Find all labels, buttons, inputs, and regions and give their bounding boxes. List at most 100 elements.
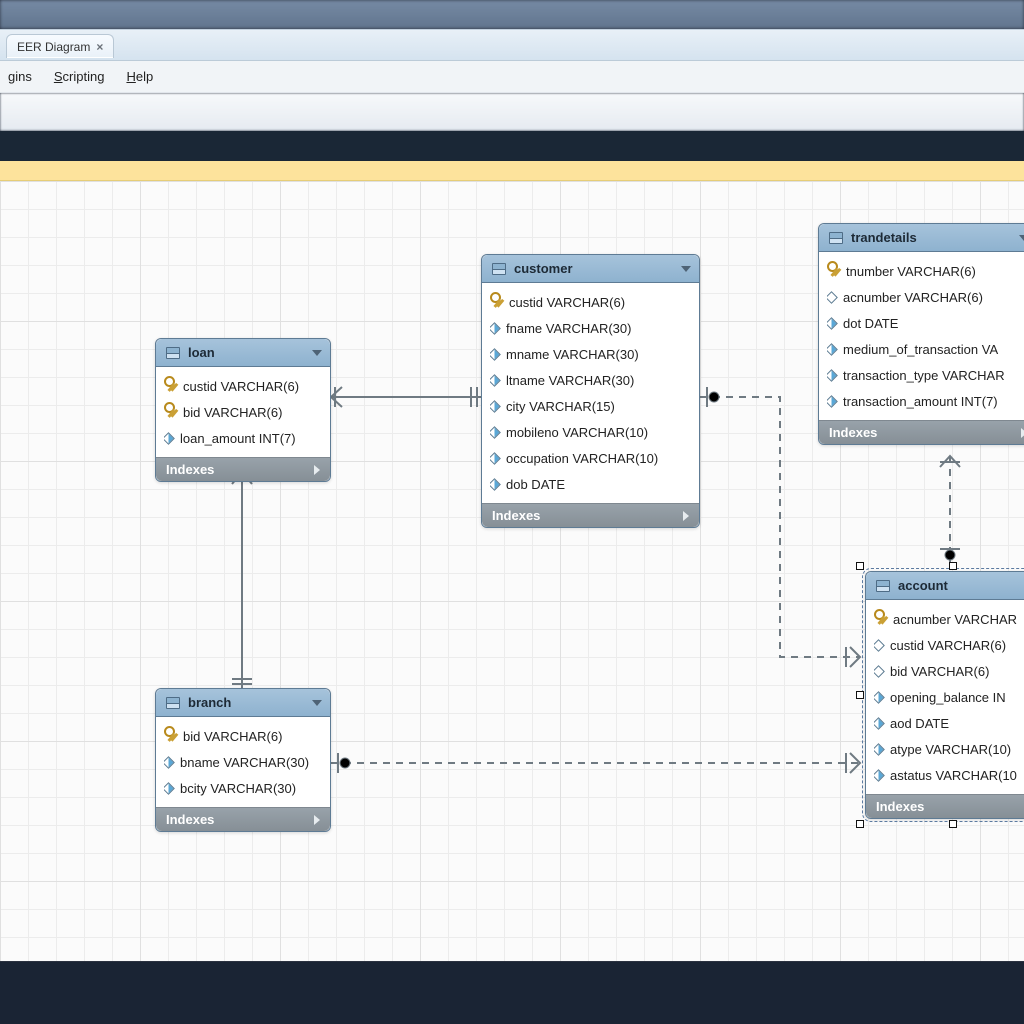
table-icon [876,580,890,592]
indexes-label: Indexes [829,425,877,440]
column-icon [874,691,885,704]
column-icon [827,343,838,356]
indexes-label: Indexes [166,812,214,827]
tab-bar: EER Diagram × [0,29,1024,61]
dark-ribbon [0,131,1024,161]
table-title: branch [188,695,231,710]
table-customer[interactable]: customer custid VARCHAR(6) fname VARCHAR… [481,254,700,528]
column-label: fname VARCHAR(30) [506,321,631,336]
table-row[interactable]: bid VARCHAR(6) [164,723,324,749]
table-title: account [898,578,948,593]
column-label: bid VARCHAR(6) [183,405,282,420]
column-label: dot DATE [843,316,898,331]
column-label: city VARCHAR(15) [506,399,615,414]
table-row[interactable]: fname VARCHAR(30) [490,315,693,341]
chevron-down-icon[interactable] [1019,235,1024,241]
table-row[interactable]: custid VARCHAR(6) [490,289,693,315]
column-icon [490,348,501,361]
table-row[interactable]: acnumber VARCHAR [874,606,1024,632]
table-title: customer [514,261,573,276]
chevron-right-icon [314,465,320,475]
table-row[interactable]: bname VARCHAR(30) [164,749,324,775]
indexes-toggle[interactable]: Indexes [156,457,330,481]
table-columns: acnumber VARCHAR custid VARCHAR(6) bid V… [866,600,1024,794]
key-icon [164,405,176,417]
table-row[interactable]: acnumber VARCHAR(6) [827,284,1024,310]
column-label: mobileno VARCHAR(10) [506,425,648,440]
column-label: tnumber VARCHAR(6) [846,264,976,279]
menu-help[interactable]: Help [126,69,153,84]
key-icon [164,729,176,741]
column-label: aod DATE [890,716,949,731]
table-row[interactable]: transaction_type VARCHAR [827,362,1024,388]
table-row[interactable]: loan_amount INT(7) [164,425,324,451]
table-header[interactable]: account [866,572,1024,600]
table-row[interactable]: dot DATE [827,310,1024,336]
chevron-right-icon [314,815,320,825]
table-icon [829,232,843,244]
close-icon[interactable]: × [96,40,103,54]
diagram-canvas[interactable]: loan custid VARCHAR(6) bid VARCHAR(6) lo… [0,181,1024,961]
indexes-label: Indexes [492,508,540,523]
chevron-down-icon[interactable] [312,350,322,356]
table-header[interactable]: trandetails [819,224,1024,252]
tab-eer-diagram[interactable]: EER Diagram × [6,34,114,58]
key-icon [874,612,886,624]
table-row[interactable]: mname VARCHAR(30) [490,341,693,367]
tab-label: EER Diagram [17,40,90,54]
table-row[interactable]: aod DATE [874,710,1024,736]
table-header[interactable]: loan [156,339,330,367]
column-icon [164,432,175,445]
table-row[interactable]: custid VARCHAR(6) [874,632,1024,658]
indexes-toggle[interactable]: Indexes [866,794,1024,818]
table-loan[interactable]: loan custid VARCHAR(6) bid VARCHAR(6) lo… [155,338,331,482]
column-label: bcity VARCHAR(30) [180,781,296,796]
table-row[interactable]: transaction_amount INT(7) [827,388,1024,414]
column-label: astatus VARCHAR(10 [890,768,1017,783]
table-columns: tnumber VARCHAR(6) acnumber VARCHAR(6) d… [819,252,1024,420]
table-row[interactable]: atype VARCHAR(10) [874,736,1024,762]
column-label: mname VARCHAR(30) [506,347,639,362]
table-header[interactable]: branch [156,689,330,717]
menu-scripting[interactable]: Scripting [54,69,105,84]
table-row[interactable]: ltname VARCHAR(30) [490,367,693,393]
foreign-key-icon [874,639,885,652]
table-columns: custid VARCHAR(6) fname VARCHAR(30) mnam… [482,283,699,503]
table-columns: custid VARCHAR(6) bid VARCHAR(6) loan_am… [156,367,330,457]
table-row[interactable]: mobileno VARCHAR(10) [490,419,693,445]
table-row[interactable]: bid VARCHAR(6) [874,658,1024,684]
chevron-down-icon[interactable] [681,266,691,272]
column-icon [490,374,501,387]
table-title: trandetails [851,230,917,245]
menu-plugins-partial[interactable]: gins [8,69,32,84]
column-label: medium_of_transaction VA [843,342,998,357]
table-trandetails[interactable]: trandetails tnumber VARCHAR(6) acnumber … [818,223,1024,445]
column-label: atype VARCHAR(10) [890,742,1011,757]
indexes-toggle[interactable]: Indexes [482,503,699,527]
column-label: occupation VARCHAR(10) [506,451,658,466]
indexes-toggle[interactable]: Indexes [156,807,330,831]
column-icon [490,452,501,465]
table-row[interactable]: medium_of_transaction VA [827,336,1024,362]
table-row[interactable]: custid VARCHAR(6) [164,373,324,399]
indexes-label: Indexes [166,462,214,477]
window-titlebar [0,0,1024,29]
table-header[interactable]: customer [482,255,699,283]
table-row[interactable]: tnumber VARCHAR(6) [827,258,1024,284]
table-row[interactable]: opening_balance IN [874,684,1024,710]
column-icon [827,369,838,382]
column-icon [827,317,838,330]
bottom-ribbon [0,962,1024,1024]
table-row[interactable]: dob DATE [490,471,693,497]
table-row[interactable]: bcity VARCHAR(30) [164,775,324,801]
table-row[interactable]: occupation VARCHAR(10) [490,445,693,471]
table-row[interactable]: bid VARCHAR(6) [164,399,324,425]
table-account[interactable]: account acnumber VARCHAR custid VARCHAR(… [865,571,1024,819]
table-row[interactable]: astatus VARCHAR(10 [874,762,1024,788]
chevron-down-icon[interactable] [312,700,322,706]
indexes-toggle[interactable]: Indexes [819,420,1024,444]
table-row[interactable]: city VARCHAR(15) [490,393,693,419]
table-title: loan [188,345,215,360]
table-branch[interactable]: branch bid VARCHAR(6) bname VARCHAR(30) … [155,688,331,832]
chevron-right-icon [683,511,689,521]
